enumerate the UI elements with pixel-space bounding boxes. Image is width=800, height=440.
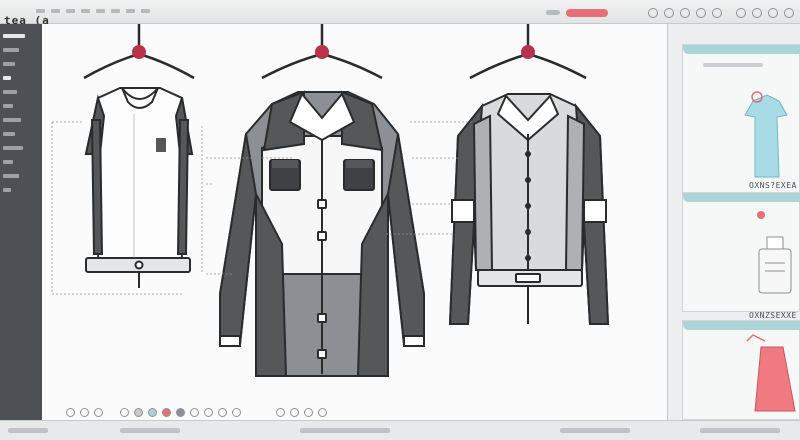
sidebar-item[interactable] (3, 160, 13, 164)
title-bar-decoration (36, 9, 150, 13)
crop-icon[interactable] (80, 407, 89, 417)
tool-icon[interactable] (304, 407, 313, 417)
pointer-icon[interactable] (66, 407, 75, 417)
swatch-card[interactable] (682, 44, 800, 194)
garment-jacket[interactable] (219, 90, 425, 377)
sidebar-item[interactable] (3, 48, 19, 52)
tool-icon[interactable] (680, 8, 690, 18)
zoom-icon[interactable] (190, 407, 199, 417)
eye-icon[interactable] (218, 407, 227, 417)
garment-artboard (51, 24, 610, 377)
fill-icon[interactable] (162, 407, 171, 417)
tool-icon[interactable] (768, 8, 778, 18)
shirt-thumbnail-icon (744, 91, 788, 178)
sidebar-item[interactable] (3, 104, 13, 108)
bottle-thumbnail-icon (757, 211, 792, 294)
sidebar-item[interactable] (3, 188, 11, 192)
tool-icon[interactable] (752, 8, 762, 18)
color-swatch-icon[interactable] (134, 407, 143, 417)
garment-vest[interactable] (84, 87, 194, 288)
dress-thumbnail-icon (746, 334, 796, 412)
hanger-icon (261, 24, 383, 80)
palette-icon[interactable] (148, 407, 157, 417)
swatch-card[interactable]: OXNZSEXXE (682, 311, 800, 420)
sidebar-item[interactable] (3, 62, 15, 66)
swatch-card-label: OXNZSEXXE (749, 311, 797, 320)
garment-shirt-jacket[interactable] (448, 93, 610, 325)
design-canvas[interactable] (42, 24, 668, 420)
sidebar-item[interactable] (3, 132, 15, 136)
sidebar-item[interactable] (3, 76, 11, 80)
swatch-card[interactable]: OXNS?EXEA (682, 181, 800, 312)
swatch-library-panel: OXNS?EXEA OXNZSEXXE (668, 24, 800, 420)
brush-icon[interactable] (120, 407, 129, 417)
hanger-icon (469, 24, 587, 80)
tool-icon[interactable] (736, 8, 746, 18)
settings-icon[interactable] (232, 407, 241, 417)
layers-icon[interactable] (176, 407, 185, 417)
hanger-icon (83, 24, 195, 80)
grid-icon[interactable] (204, 407, 213, 417)
tool-icon[interactable] (648, 8, 658, 18)
layers-sidebar (0, 24, 42, 420)
active-swatch-button[interactable] (566, 9, 608, 17)
sidebar-item[interactable] (3, 34, 25, 38)
tool-icon[interactable] (696, 8, 706, 18)
sidebar-item[interactable] (3, 146, 23, 150)
bottom-toolbar (42, 404, 668, 420)
tool-icon[interactable] (664, 8, 674, 18)
sidebar-item[interactable] (3, 118, 21, 122)
tool-icon[interactable] (712, 8, 722, 18)
status-bar (0, 420, 800, 440)
pen-icon[interactable] (94, 407, 103, 417)
sidebar-item[interactable] (3, 174, 19, 178)
tool-icon[interactable] (784, 8, 794, 18)
sidebar-item[interactable] (3, 90, 17, 94)
toolbar-control[interactable] (546, 10, 560, 15)
title-bar: tea (a (0, 0, 800, 27)
tool-icon[interactable] (318, 407, 327, 417)
tool-icon[interactable] (290, 407, 299, 417)
swatch-card-label: OXNS?EXEA (749, 181, 797, 190)
tool-icon[interactable] (276, 407, 285, 417)
